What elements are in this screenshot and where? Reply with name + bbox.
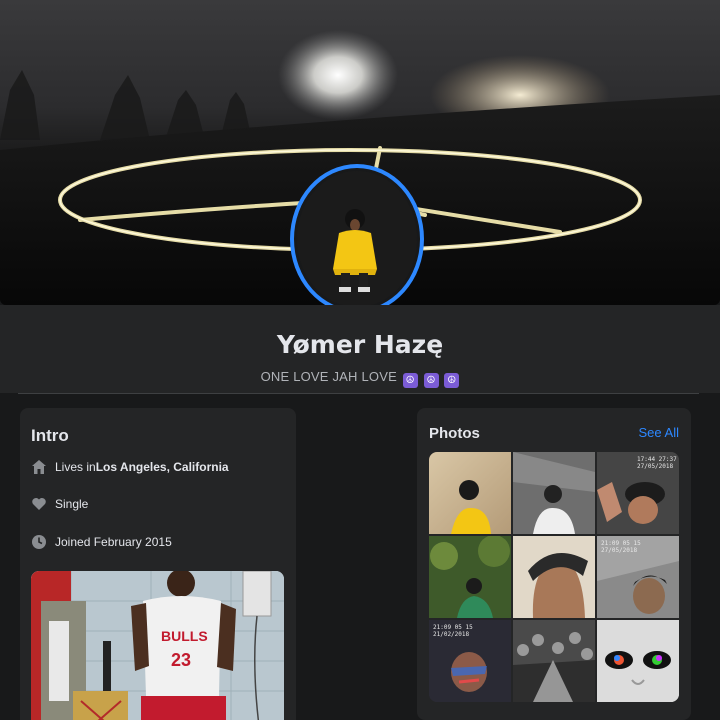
intro-card: Intro Lives in Los Angeles, California S… [20, 408, 296, 720]
joined-date: Joined February 2015 [55, 535, 172, 549]
intro-lives-in: Lives in Los Angeles, California [31, 456, 229, 478]
photo-tile[interactable] [513, 620, 595, 702]
photos-card: Photos See All 17:44 27:37 27/05/2018 21:… [417, 408, 691, 720]
featured-photo[interactable]: BULLS 23 [31, 571, 284, 720]
photo-tile[interactable]: 17:44 27:37 27/05/2018 [597, 452, 679, 534]
bio-text: ONE LOVE JAH LOVE [260, 369, 397, 384]
photo-tile[interactable] [513, 536, 595, 618]
profile-bio: ONE LOVE JAH LOVE ☮ ☮ ☮ [0, 369, 720, 388]
svg-text:BULLS: BULLS [161, 628, 208, 644]
photo-tile[interactable] [597, 620, 679, 702]
profile-name: Yømer Hazę [276, 330, 444, 359]
heart-icon [32, 498, 46, 510]
lives-prefix: Lives in [55, 460, 96, 474]
relationship-status: Single [55, 497, 89, 511]
photo-tile[interactable]: 21:09 05 15 21/02/2018 [429, 620, 511, 702]
photos-title: Photos [429, 425, 480, 442]
photo-tile[interactable] [513, 452, 595, 534]
intro-title: Intro [31, 426, 69, 445]
photo-tile[interactable] [429, 536, 511, 618]
home-icon [32, 460, 46, 474]
photo-timestamp: 17:44 27:37 27/05/2018 [637, 456, 677, 470]
header-divider [18, 393, 699, 394]
clock-icon [32, 535, 46, 549]
intro-joined: Joined February 2015 [31, 531, 172, 553]
see-all-photos-link[interactable]: See All [639, 425, 679, 440]
svg-text:23: 23 [171, 650, 191, 670]
photo-timestamp: 21:09 05 15 27/05/2018 [601, 540, 641, 554]
photo-grid: 17:44 27:37 27/05/2018 21:09 05 15 27/05/2… [429, 452, 679, 702]
intro-relationship: Single [31, 493, 88, 515]
photo-tile[interactable]: 21:09 05 15 27/05/2018 [597, 536, 679, 618]
profile-avatar[interactable] [290, 164, 424, 314]
photo-timestamp: 21:09 05 15 21/02/2018 [433, 624, 473, 638]
peace-emoji-icon: ☮ [402, 373, 418, 388]
yin-yang-emoji-icon: ☮ [444, 373, 460, 388]
lives-location[interactable]: Los Angeles, California [96, 460, 229, 474]
photo-tile[interactable] [429, 452, 511, 534]
om-emoji-icon: ☮ [423, 373, 439, 388]
avatar-image [294, 168, 420, 310]
